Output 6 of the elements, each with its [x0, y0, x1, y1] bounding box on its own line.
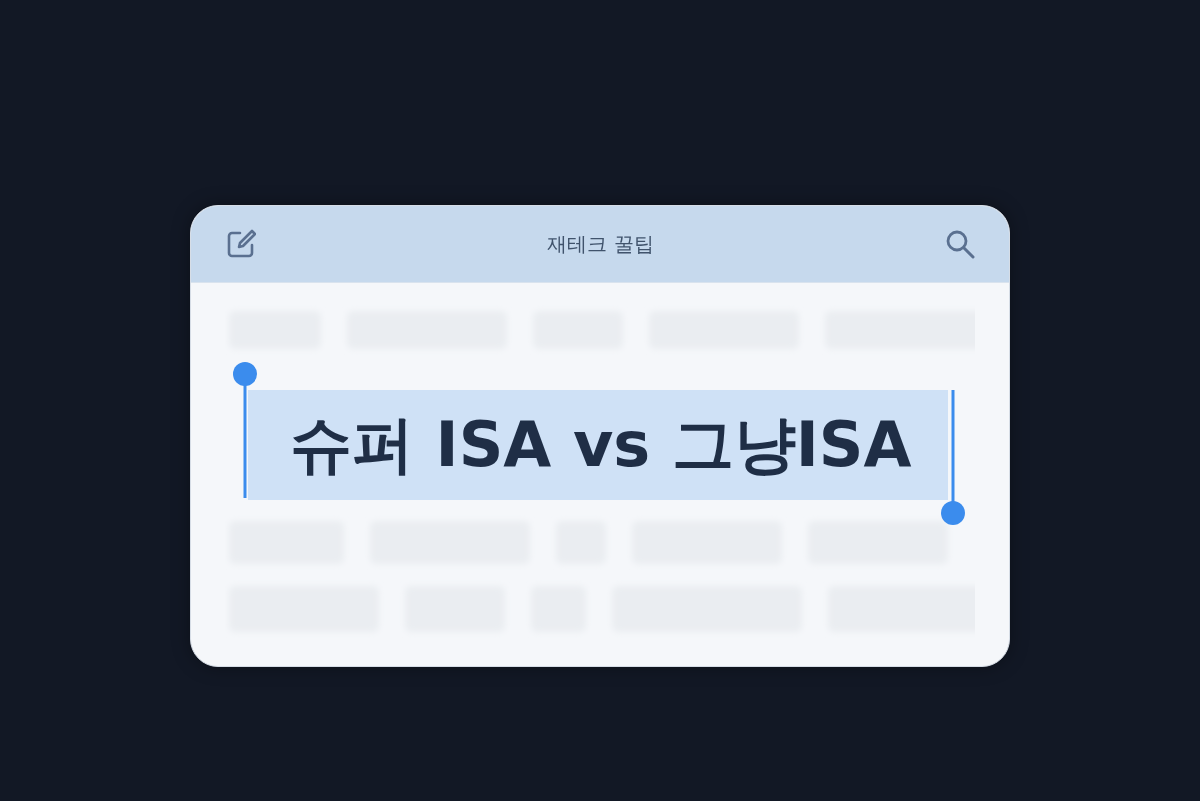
- search-icon[interactable]: [945, 229, 975, 259]
- selection-handle[interactable]: [233, 362, 257, 498]
- card-title: 재테크 꿀팁: [547, 230, 654, 258]
- selection-handle[interactable]: [941, 390, 965, 525]
- selected-heading[interactable]: 슈퍼 ISA vs 그냥ISA: [248, 390, 948, 500]
- edit-icon[interactable]: [226, 229, 256, 259]
